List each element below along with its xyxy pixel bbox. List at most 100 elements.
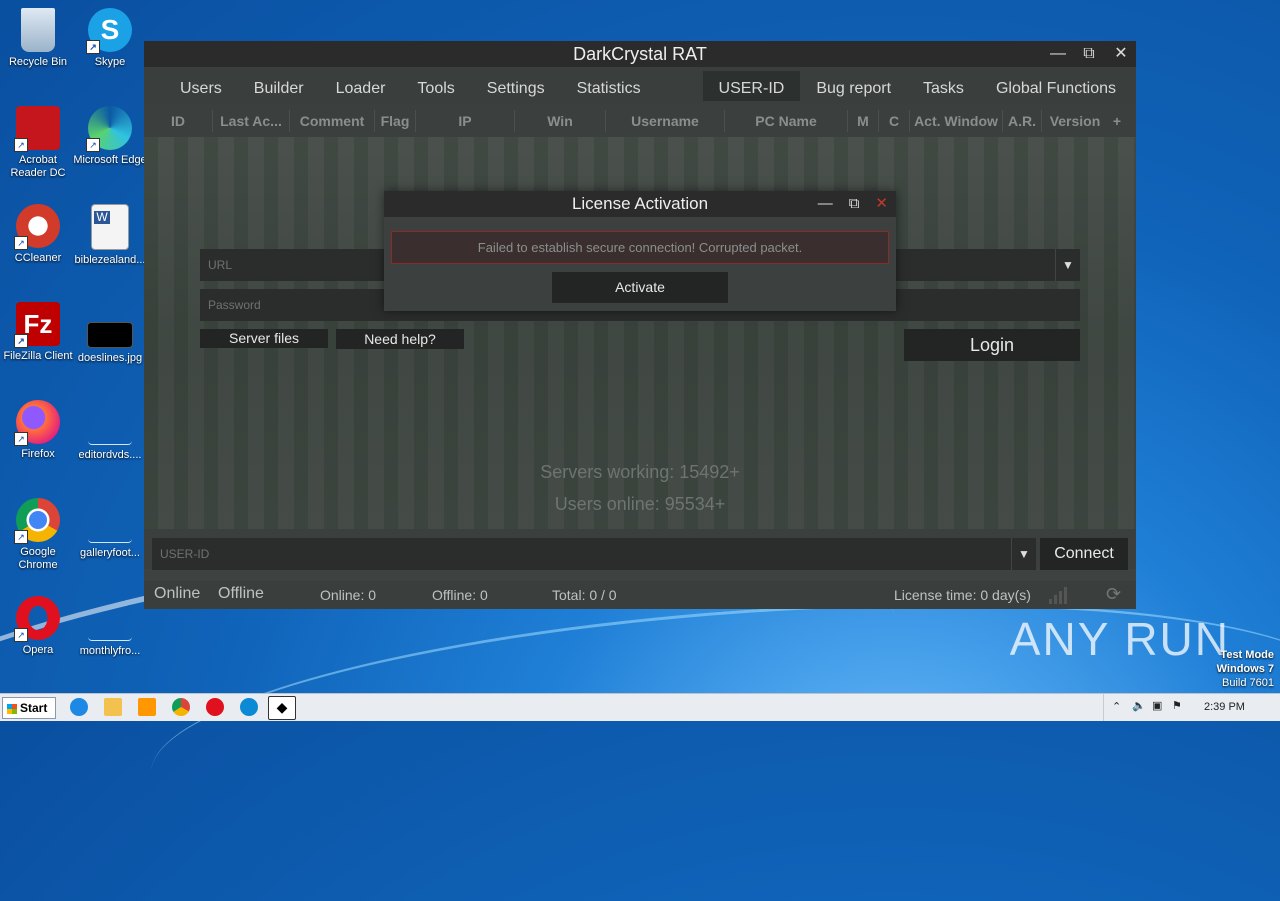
license-key-input[interactable]: Failed to establish secure connection! C… — [391, 231, 889, 264]
clock[interactable]: 2:39 PM — [1204, 701, 1245, 713]
desktop-icon-label: Recycle Bin — [8, 56, 68, 68]
desktop-icon-skype[interactable]: S ↗ Skype — [72, 8, 148, 69]
column-ar[interactable]: A.R. — [1003, 110, 1042, 132]
menu-settings[interactable]: Settings — [471, 71, 561, 101]
close-icon[interactable]: ✕ — [1114, 41, 1128, 67]
file-icon — [88, 498, 132, 543]
error-message: Failed to establish secure connection! C… — [477, 240, 803, 255]
window-titlebar[interactable]: DarkCrystal RAT — ⧉ ✕ — [144, 41, 1136, 67]
refresh-icon[interactable]: ⟳ — [1106, 584, 1121, 605]
recycle-bin-icon — [21, 8, 55, 52]
chrome-taskbar-icon[interactable] — [172, 698, 190, 716]
online-count: Online: 0 — [320, 587, 377, 603]
os-label: Windows 7 — [1216, 663, 1274, 675]
desktop-icon-firefox[interactable]: ↗ Firefox — [0, 400, 76, 461]
column-flag[interactable]: Flag — [375, 110, 416, 132]
network-icon[interactable]: ▣ — [1152, 699, 1162, 712]
table-header: ID Last Ac... Comment Flag IP Win Userna… — [144, 105, 1136, 138]
flag-icon[interactable]: ⚑ — [1172, 699, 1182, 712]
desktop-icon-label: monthlyfro... — [79, 645, 141, 657]
menu-user-id[interactable]: USER-ID — [702, 71, 801, 101]
tray-expand-icon[interactable]: ⌃ — [1112, 700, 1121, 713]
test-mode-label: Test Mode — [1220, 649, 1274, 661]
menu-tools[interactable]: Tools — [401, 71, 470, 101]
column-id[interactable]: ID — [144, 110, 213, 132]
window-title: DarkCrystal RAT — [573, 44, 707, 64]
desktop-icon-ccleaner[interactable]: ↗ CCleaner — [0, 204, 76, 265]
desktop-icon-file-2[interactable]: galleryfoot... — [72, 498, 148, 560]
windows-logo-icon — [7, 703, 17, 714]
column-pc-name[interactable]: PC Name — [725, 110, 848, 132]
menu-builder[interactable]: Builder — [238, 71, 320, 101]
license-time: License time: 0 day(s) — [894, 587, 1031, 603]
maximize-icon[interactable]: ⧉ — [1082, 41, 1096, 67]
menu-loader[interactable]: Loader — [320, 71, 402, 101]
desktop-icon-filezilla[interactable]: Fz ↗ FileZilla Client — [0, 302, 76, 363]
skype-icon: S ↗ — [86, 8, 132, 54]
column-m[interactable]: M — [848, 110, 879, 132]
volume-icon[interactable]: 🔈 — [1132, 699, 1146, 712]
activate-button[interactable]: Activate — [552, 272, 728, 303]
server-files-button[interactable]: Server files — [200, 329, 328, 348]
chrome-icon: ↗ — [14, 498, 60, 544]
acrobat-icon: ↗ — [14, 106, 60, 152]
darkcrystal-taskbar-icon[interactable]: ◆ — [268, 696, 296, 720]
filezilla-icon: Fz ↗ — [14, 302, 60, 348]
user-id-input[interactable]: USER-ID ▼ — [152, 538, 1036, 570]
edge-icon: ↗ — [86, 106, 132, 152]
column-username[interactable]: Username — [606, 110, 725, 132]
desktop-icon-label: CCleaner — [14, 252, 62, 264]
minimize-icon[interactable]: — — [818, 191, 833, 217]
column-ip[interactable]: IP — [416, 110, 515, 132]
build-label: Build 7601 — [1222, 677, 1274, 689]
desktop-icon-file-1[interactable]: editordvds.... — [72, 400, 148, 462]
desktop-icon-edge[interactable]: ↗ Microsoft Edge — [72, 106, 148, 167]
chevron-down-icon[interactable]: ▼ — [1055, 249, 1080, 281]
ccleaner-icon: ↗ — [14, 204, 60, 250]
desktop-icon-image-file[interactable]: doeslines.jpg — [72, 302, 148, 365]
edge-taskbar-icon[interactable] — [240, 698, 258, 716]
media-player-icon[interactable] — [138, 698, 156, 716]
taskbar: Start ◆ ⌃ 🔈 ▣ ⚑ 2:39 PM — [0, 693, 1280, 721]
chevron-down-icon[interactable]: ▼ — [1011, 538, 1036, 570]
menu-users[interactable]: Users — [164, 71, 238, 101]
ie-icon[interactable] — [70, 698, 88, 716]
column-c[interactable]: C — [879, 110, 910, 132]
desktop-icon-recycle-bin[interactable]: Recycle Bin — [0, 8, 76, 69]
need-help-button[interactable]: Need help? — [336, 329, 464, 349]
users-online-text: Users online: 95534+ — [554, 494, 726, 514]
menu-bug-report[interactable]: Bug report — [800, 71, 907, 101]
column-comment[interactable]: Comment — [290, 110, 375, 132]
column-active-window[interactable]: Act. Window — [910, 110, 1003, 132]
column-add-icon[interactable]: + — [1108, 110, 1126, 132]
desktop-icon-label: Skype — [94, 56, 126, 68]
menu-global-functions[interactable]: Global Functions — [980, 71, 1136, 101]
connect-button[interactable]: Connect — [1040, 538, 1128, 570]
column-win[interactable]: Win — [515, 110, 606, 132]
login-button[interactable]: Login — [904, 329, 1080, 361]
start-label: Start — [20, 701, 48, 715]
file-icon — [88, 400, 132, 445]
dialog-title: License Activation — [571, 194, 709, 213]
folder-icon[interactable] — [104, 698, 122, 716]
license-activation-dialog: License Activation — ⧉ ✕ Failed to estab… — [384, 191, 896, 311]
image-file-icon — [87, 322, 133, 348]
dialog-titlebar[interactable]: License Activation — ⧉ ✕ — [384, 191, 896, 217]
desktop-icon-chrome[interactable]: ↗ Google Chrome — [0, 498, 76, 572]
desktop-icon-word-doc[interactable]: W biblezealand... — [72, 204, 148, 267]
offline-tab[interactable]: Offline — [218, 585, 264, 603]
close-icon[interactable]: ✕ — [875, 191, 888, 217]
menu-tasks[interactable]: Tasks — [907, 71, 980, 101]
opera-taskbar-icon[interactable] — [206, 698, 224, 716]
menu-statistics[interactable]: Statistics — [561, 71, 657, 101]
start-button[interactable]: Start — [2, 697, 56, 719]
desktop-icon-opera[interactable]: ↗ Opera — [0, 596, 76, 657]
desktop-icon-acrobat[interactable]: ↗ Acrobat Reader DC — [0, 106, 76, 180]
desktop-icon-file-3[interactable]: monthlyfro... — [72, 596, 148, 658]
column-last-active[interactable]: Last Ac... — [213, 110, 290, 132]
column-version[interactable]: Version — [1042, 110, 1108, 132]
online-tab[interactable]: Online — [154, 585, 200, 603]
desktop-icon-label: Firefox — [21, 448, 55, 460]
minimize-icon[interactable]: — — [1050, 41, 1066, 67]
maximize-icon[interactable]: ⧉ — [849, 191, 860, 217]
